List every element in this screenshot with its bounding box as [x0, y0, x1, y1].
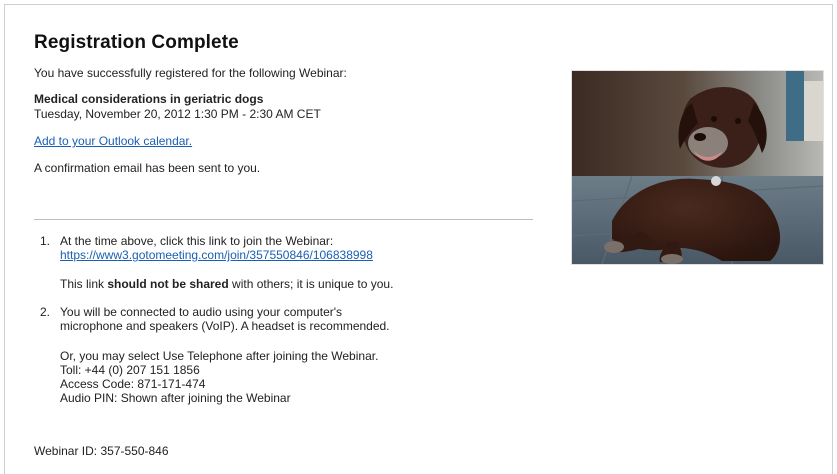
- webinar-datetime: Tuesday, November 20, 2012 1:30 PM - 2:3…: [34, 107, 321, 121]
- step-text: At the time above, click this link to jo…: [60, 234, 334, 248]
- webinar-id: Webinar ID: 357-550-846: [34, 444, 169, 458]
- toll-number: Toll: +44 (0) 207 151 1856: [60, 363, 200, 377]
- list-item: 2. You will be connected to audio using …: [34, 305, 554, 405]
- intro-text: You have successfully registered for the…: [34, 66, 347, 80]
- add-to-calendar-link[interactable]: Add to your Outlook calendar.: [34, 134, 192, 148]
- step-number: 1.: [40, 234, 51, 248]
- registration-summary: Registration Complete You have successfu…: [34, 32, 554, 176]
- share-warning: This link should not be shared with othe…: [60, 277, 554, 291]
- instructions-list: 1. At the time above, click this link to…: [34, 234, 554, 405]
- dog-photo: [571, 70, 824, 265]
- share-warning-suffix: with others; it is unique to you.: [228, 277, 394, 291]
- step-number: 2.: [40, 305, 51, 319]
- audio-pin: Audio PIN: Shown after joining the Webin…: [60, 391, 291, 405]
- access-code: Access Code: 871-171-474: [60, 377, 206, 391]
- dog-photo-image: [572, 71, 823, 264]
- audio-text-line1: You will be connected to audio using you…: [60, 305, 343, 319]
- share-warning-prefix: This link: [60, 277, 108, 291]
- list-item: 1. At the time above, click this link to…: [34, 234, 554, 291]
- audio-text-line2: microphone and speakers (VoIP). A headse…: [60, 319, 390, 333]
- confirmation-text: A confirmation email has been sent to yo…: [34, 161, 261, 175]
- page-title: Registration Complete: [34, 32, 239, 53]
- telephone-intro: Or, you may select Use Telephone after j…: [60, 349, 379, 363]
- webinar-title: Medical considerations in geriatric dogs: [34, 92, 264, 106]
- share-warning-bold: should not be shared: [107, 277, 229, 291]
- divider: [34, 219, 533, 220]
- join-webinar-link[interactable]: https://www3.gotomeeting.com/join/357550…: [60, 248, 373, 262]
